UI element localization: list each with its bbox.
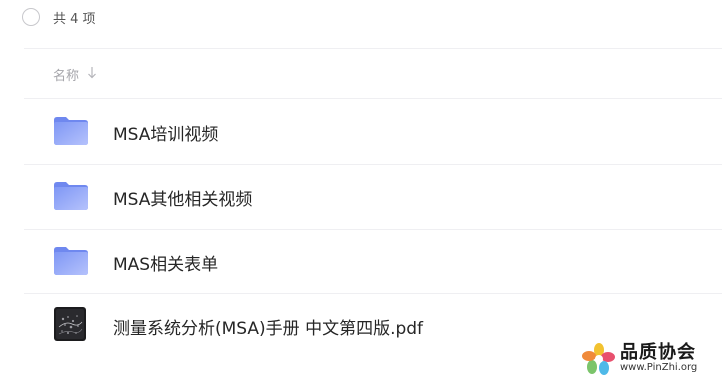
pdf-thumbnail-icon [54, 307, 86, 341]
list-header: 共 4 项 [22, 6, 96, 28]
watermark-logo: 品质协会 www.PinZhi.org [582, 338, 712, 378]
file-row[interactable]: MAS相关表单 [24, 229, 722, 293]
file-row[interactable]: MSA培训视频 [24, 99, 722, 163]
watermark-title: 品质协会 [620, 342, 696, 363]
watermark-url: www.PinZhi.org [620, 362, 698, 373]
select-all-checkbox[interactable] [22, 8, 40, 26]
file-name[interactable]: MAS相关表单 [113, 250, 218, 275]
name-column-label: 名称 [53, 68, 80, 84]
item-count: 共 4 项 [53, 11, 96, 27]
file-name[interactable]: 测量系统分析(MSA)手册 中文第四版.pdf [113, 314, 423, 339]
divider [24, 48, 722, 49]
sort-down-arrow-icon[interactable] [87, 66, 97, 83]
folder-icon [53, 116, 89, 146]
file-name[interactable]: MSA其他相关视频 [113, 185, 252, 210]
folder-icon [53, 181, 89, 211]
name-column-header[interactable]: 名称 [53, 64, 97, 84]
folder-icon [53, 246, 89, 276]
file-row[interactable]: MSA其他相关视频 [24, 164, 722, 228]
flower-logo-icon [582, 342, 616, 376]
file-name[interactable]: MSA培训视频 [113, 120, 218, 145]
file-browser: 共 4 项 名称 MSA培训视频 MSA其他相关视频 MAS相关表单 测量系统分… [0, 0, 722, 382]
